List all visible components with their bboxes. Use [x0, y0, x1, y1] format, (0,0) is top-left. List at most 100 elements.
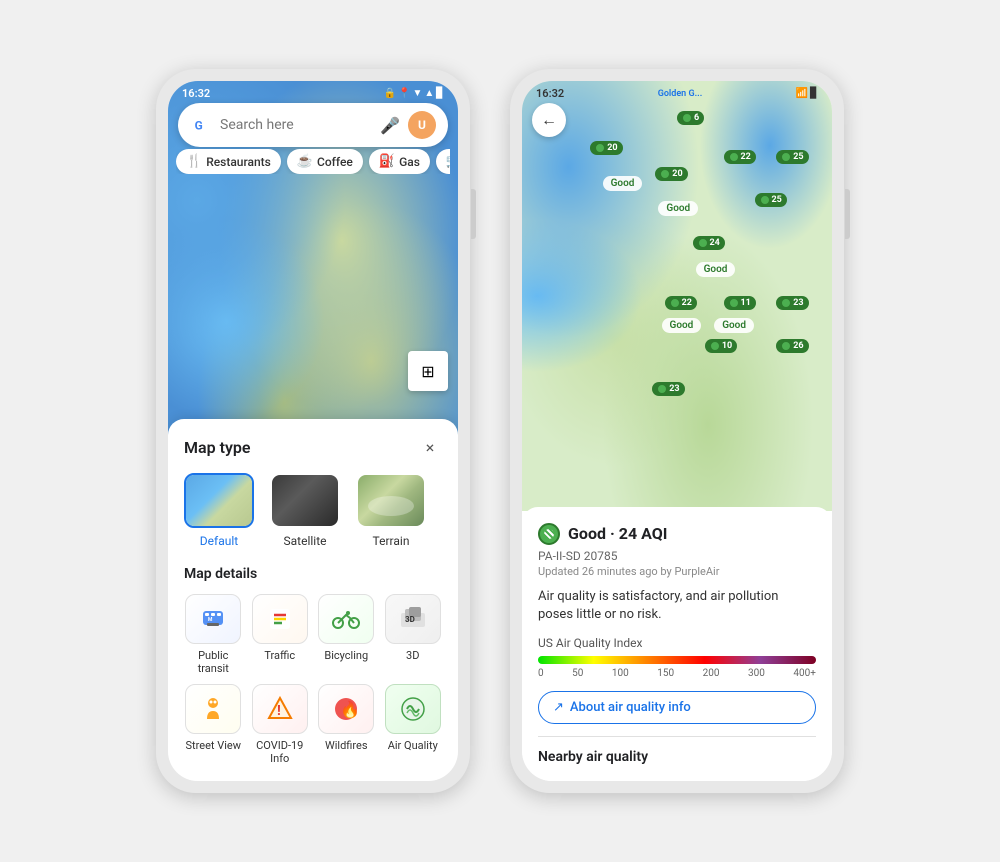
svg-text:G: G: [195, 119, 203, 133]
link-text: About air quality info: [570, 700, 691, 715]
default-thumb: [184, 473, 254, 528]
good-bubble-5: Good: [714, 318, 754, 333]
streetview-icon-box: [185, 684, 241, 734]
signal-icon: ▲: [424, 88, 434, 99]
chip-coffee-label: Coffee: [317, 155, 353, 169]
detail-bicycling[interactable]: Bicycling: [317, 594, 376, 675]
close-button[interactable]: ×: [418, 435, 442, 459]
satellite-thumb: [270, 473, 340, 528]
nearby-air-quality-label: Nearby air quality: [538, 736, 816, 765]
time-1: 16:32: [182, 87, 210, 100]
detail-street-view[interactable]: Street View: [184, 684, 243, 765]
satellite-preview: [272, 475, 338, 526]
terrain-label: Terrain: [373, 534, 410, 548]
phone-2: 16:32 Golden G... 📶 ▊ 6 20 20 22 25 25 2…: [510, 69, 844, 793]
satellite-label: Satellite: [284, 534, 327, 548]
traffic-label: Traffic: [264, 649, 295, 662]
scale-0: 0: [538, 668, 544, 679]
status-bar-1: 16:32 🔒 📍 ▼ ▲ ▊: [168, 81, 458, 102]
search-bar[interactable]: G Search here 🎤 U: [178, 103, 448, 147]
traffic-icon: [262, 601, 298, 637]
detail-air-quality[interactable]: Air Quality: [384, 684, 443, 765]
detail-public-transit[interactable]: M Public transit: [184, 594, 243, 675]
aqi-marker-22b: 22: [665, 296, 697, 310]
gas-icon: ⛽: [379, 154, 395, 169]
scale-300: 300: [748, 668, 765, 679]
layer-button[interactable]: ⊞: [408, 351, 448, 391]
chip-restaurants[interactable]: 🍴 Restaurants: [176, 149, 281, 174]
search-placeholder: Search here: [220, 117, 380, 133]
user-avatar[interactable]: U: [408, 111, 436, 139]
status-icons-1: 🔒 📍 ▼ ▲ ▊: [384, 88, 444, 99]
air-quality-panel: Good · 24 AQI PA-II-SD 20785 Updated 26 …: [522, 507, 832, 781]
category-chips: 🍴 Restaurants ☕ Coffee ⛽ Gas 🛒 Grocer: [176, 149, 450, 174]
default-label: Default: [200, 534, 238, 548]
aqi-description: Air quality is satisfactory, and air pol…: [538, 588, 816, 624]
covid-label: COVID-19 Info: [256, 739, 303, 765]
lock-icon: 🔒: [384, 88, 396, 99]
scale-200: 200: [703, 668, 720, 679]
status-icons-2: 📶 ▊: [796, 88, 818, 99]
status-bar-2: 16:32 Golden G... 📶 ▊: [522, 81, 832, 102]
wifi-icon: ▼: [412, 88, 422, 99]
default-preview: [186, 475, 252, 526]
restaurants-icon: 🍴: [186, 154, 202, 169]
back-button[interactable]: ←: [532, 103, 566, 137]
aqi-index-label: US Air Quality Index: [538, 636, 816, 650]
aqi-status-title: Good · 24 AQI: [568, 524, 667, 543]
terrain-preview: [358, 475, 424, 526]
scale-400: 400+: [793, 668, 816, 679]
streetview-label: Street View: [185, 739, 241, 752]
aqi-marker-11: 11: [724, 296, 756, 310]
scale-100: 100: [612, 668, 629, 679]
aqi-good-text: Good: [568, 524, 606, 543]
bicycling-icon-box: [318, 594, 374, 644]
detail-traffic[interactable]: Traffic: [251, 594, 310, 675]
sheet-title: Map type: [184, 438, 251, 457]
svg-text:3D: 3D: [405, 615, 415, 624]
back-icon: ←: [541, 110, 557, 130]
chip-gas[interactable]: ⛽ Gas: [369, 149, 430, 174]
detail-3d[interactable]: 3D 3D: [384, 594, 443, 675]
aqi-scale: 0 50 100 150 200 300 400+: [538, 668, 816, 679]
aqi-updated-time: Updated 26 minutes ago by PurpleAir: [538, 565, 816, 578]
3d-icon: 3D: [395, 601, 431, 637]
wildfire-icon: 🔥: [328, 691, 364, 727]
detail-wildfires[interactable]: 🔥 Wildfires: [317, 684, 376, 765]
covid-icon: !: [262, 691, 298, 727]
aqi-marker-23b: 23: [652, 382, 684, 396]
airquality-label: Air Quality: [388, 739, 438, 752]
chip-coffee[interactable]: ☕ Coffee: [287, 149, 363, 174]
airquality-icon: [395, 691, 431, 727]
aqi-marker-26: 26: [776, 339, 808, 353]
chip-restaurants-label: Restaurants: [206, 155, 271, 169]
layers-icon: ⊞: [421, 362, 434, 381]
mic-icon[interactable]: 🎤: [380, 116, 400, 135]
coffee-icon: ☕: [297, 154, 313, 169]
aqi-status-dot: [538, 523, 560, 545]
sheet-header: Map type ×: [184, 435, 442, 459]
svg-text:🔥: 🔥: [340, 700, 360, 719]
map-type-satellite[interactable]: Satellite: [270, 473, 340, 548]
good-bubble-2: Good: [658, 201, 698, 216]
chip-grocery[interactable]: 🛒 Grocer: [436, 149, 450, 174]
good-bubble-1: Good: [603, 176, 643, 191]
wildfire-icon-box: 🔥: [318, 684, 374, 734]
external-link-icon: ↗: [553, 700, 564, 715]
map-details-title: Map details: [184, 566, 442, 582]
good-bubble-4: Good: [662, 318, 702, 333]
map-type-terrain[interactable]: Terrain: [356, 473, 426, 548]
map-view-2[interactable]: 16:32 Golden G... 📶 ▊ 6 20 20 22 25 25 2…: [522, 81, 832, 511]
location-icon: 📍: [398, 88, 410, 99]
battery-icon-2: ▊: [810, 88, 818, 99]
3d-label: 3D: [406, 649, 419, 662]
covid-icon-box: !: [252, 684, 308, 734]
wifi-icon-2: 📶: [796, 88, 808, 99]
3d-icon-box: 3D: [385, 594, 441, 644]
air-quality-info-link[interactable]: ↗ About air quality info: [538, 691, 816, 724]
detail-covid[interactable]: ! COVID-19 Info: [251, 684, 310, 765]
aqi-marker-22a: 22: [724, 150, 756, 164]
phone-1-screen: 16:32 🔒 📍 ▼ ▲ ▊ G: [168, 81, 458, 781]
map-type-default[interactable]: Default: [184, 473, 254, 548]
bicycling-icon: [328, 601, 364, 637]
